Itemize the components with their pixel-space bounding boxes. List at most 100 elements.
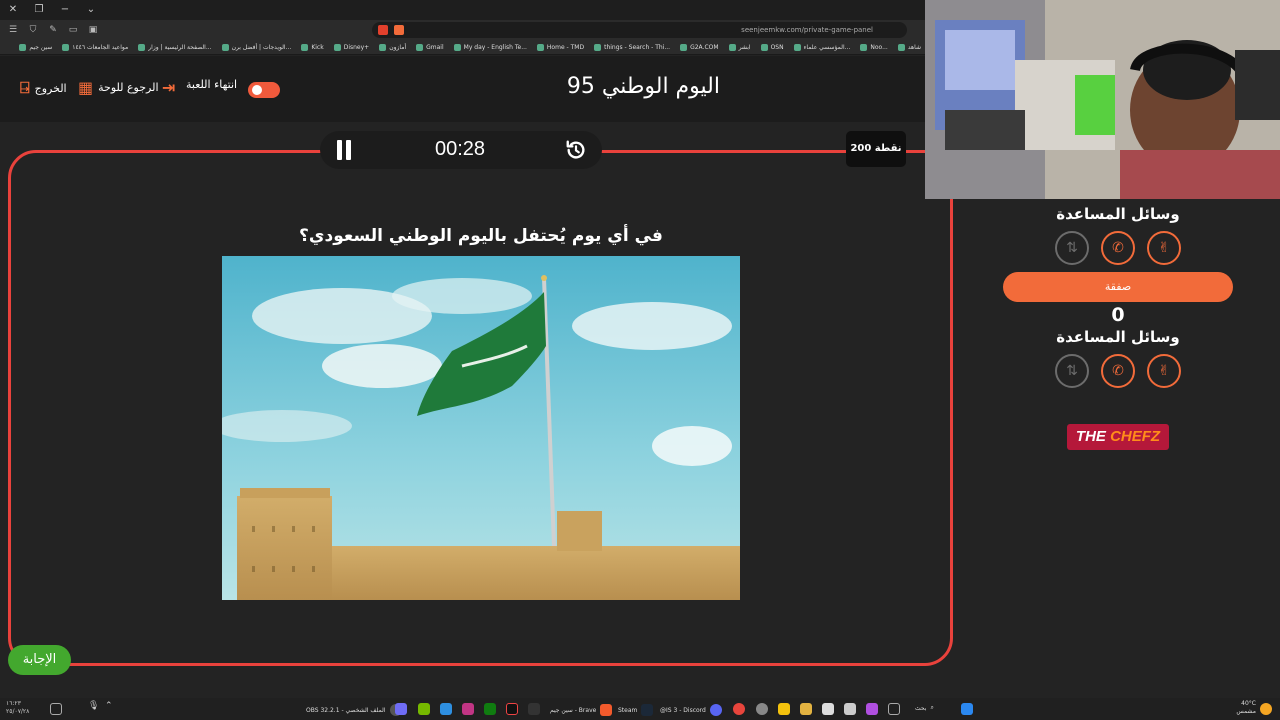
app-icon[interactable]: [756, 703, 768, 715]
weather-widget[interactable]: 40°C مشمس: [1234, 700, 1256, 716]
app-icon[interactable]: [528, 703, 540, 715]
brave-shields-icon[interactable]: [394, 25, 404, 35]
exit-door-icon: ⍈: [20, 78, 30, 97]
sticky-notes-icon[interactable]: [778, 703, 790, 715]
pause-icon[interactable]: [336, 140, 352, 160]
points-badge: 200 نقطة: [846, 131, 906, 167]
bookmark-item[interactable]: Gmail: [416, 43, 444, 51]
bookmark-item[interactable]: أمازون: [379, 43, 406, 51]
call-friend-aid-icon[interactable]: ✆: [1101, 354, 1135, 388]
bookmark-item[interactable]: الويدجات | أفضل برن...: [221, 43, 291, 51]
xbox-icon[interactable]: [484, 703, 496, 715]
aids-title-team-2: وسائل المساعدة: [1056, 328, 1180, 346]
bookmark-item[interactable]: الصفحة الرئيسية | وزار...: [138, 43, 212, 51]
steam-icon: [641, 704, 654, 716]
bookmark-item[interactable]: My day - English Te...: [453, 43, 527, 51]
sponsor-logo: THE CHEFZ: [1067, 424, 1169, 450]
swap-question-aid-icon[interactable]: ⇅: [1055, 354, 1089, 388]
sponsor-logo-chefz: CHEFZ: [1110, 428, 1161, 445]
file-explorer-icon[interactable]: [800, 703, 812, 715]
taskbar-app-steam-label: Steam: [618, 706, 638, 714]
reset-timer-icon[interactable]: [565, 139, 587, 161]
aids-row-team-2: ⇅ ✆ ✌: [1055, 354, 1181, 388]
task-view-icon[interactable]: [888, 703, 900, 715]
minimize-window-icon[interactable]: −: [58, 3, 72, 17]
aids-title-team-1: وسائل المساعدة: [1056, 205, 1180, 223]
aids-row-team-1: ⇅ ✆ ✌: [1055, 231, 1181, 265]
end-game-toggle[interactable]: [248, 82, 280, 98]
bookmark-item[interactable]: مواعيد الجامعات ١٤٤٦: [62, 43, 128, 51]
close-window-icon[interactable]: ✕: [6, 3, 20, 17]
saudi-flag-fortress-image: [222, 256, 740, 600]
taskbar-app-brave[interactable]: سين جيم - Brave: [550, 704, 613, 716]
sponsor-logo-the: THE: [1075, 428, 1106, 445]
windows-start-icon[interactable]: [961, 703, 973, 715]
search-icon: ⌕: [930, 704, 934, 711]
taskbar-app-obs-label: OBS 32.2.1 - الملف الشخصي: [306, 706, 386, 714]
exit-label: الخروج: [34, 81, 67, 95]
bookmark-item[interactable]: Kick: [301, 43, 324, 51]
back-arrow-icon[interactable]: ⇥: [162, 78, 175, 97]
taskbar-search[interactable]: بحث ⌕: [915, 704, 934, 712]
taskbar-search-label: بحث: [915, 704, 927, 712]
url-input[interactable]: seenjeemkw.com/private-game-panel: [372, 22, 907, 38]
menu-icon[interactable]: ☰: [6, 23, 20, 37]
brave-icon: [600, 704, 613, 716]
instagram-icon[interactable]: [462, 703, 474, 715]
bookmark-item[interactable]: شاهد: [897, 43, 921, 51]
weather-condition: مشمس: [1236, 708, 1256, 715]
bookmark-item[interactable]: Disney+: [333, 43, 369, 51]
game-header: اليوم الوطني 95 انتهاء اللعبة ⇥ ▦ الرجوع…: [0, 56, 925, 122]
browser-tab-bar: ✕ ❐ − ⌄: [0, 0, 925, 20]
question-image: [222, 256, 740, 600]
url-text: seenjeemkw.com/private-game-panel: [741, 26, 873, 34]
end-game-button[interactable]: انتهاء اللعبة: [186, 78, 237, 91]
bookmark-item[interactable]: Noo...: [860, 43, 888, 51]
back-to-board-label: الرجوع للوحة: [98, 81, 159, 94]
browser-address-bar: ☰ ⛉ ✎ ▭ ▣ seenjeemkw.com/private-game-pa…: [0, 20, 931, 40]
bookmark-item[interactable]: ابشر: [728, 43, 751, 51]
exit-button[interactable]: ⍈ الخروج: [20, 78, 67, 98]
restore-window-icon[interactable]: ❐: [32, 3, 46, 17]
nvidia-icon[interactable]: [418, 703, 430, 715]
clock-date: ٢٥/٠٧/٢٨: [6, 708, 30, 715]
app-icon[interactable]: [822, 703, 834, 715]
bookmark-item[interactable]: things - Search - Thi...: [594, 43, 670, 51]
taskbar-app-discord[interactable]: @IS 3 - Discord: [660, 704, 722, 716]
timer-bar: 00:28: [320, 131, 602, 169]
app-icon[interactable]: [395, 703, 407, 715]
tab-list-chevron-icon[interactable]: ⌄: [84, 3, 98, 17]
taskbar-app-obs[interactable]: OBS 32.2.1 - الملف الشخصي: [306, 704, 402, 716]
reader-icon[interactable]: ▣: [86, 23, 100, 37]
bookmark-item[interactable]: OSN: [760, 43, 784, 51]
bookmark-item[interactable]: سين جيم: [19, 43, 52, 51]
brave-rewards-icon[interactable]: [378, 25, 388, 35]
weather-temp: 40°C: [1241, 700, 1256, 707]
clock[interactable]: ١٦:٢٣ ٢٥/٠٧/٢٨: [6, 700, 29, 716]
discord-icon: [709, 704, 722, 716]
bookmarks-bar: سين جيم مواعيد الجامعات ١٤٤٦ الصفحة الرئ…: [0, 40, 925, 55]
deal-button[interactable]: صفقة: [1003, 272, 1233, 302]
tray-chevron-icon[interactable]: ⌃: [105, 701, 113, 711]
chrome-icon[interactable]: [733, 703, 745, 715]
sidebar-icon[interactable]: ▭: [66, 23, 80, 37]
notifications-icon[interactable]: [50, 703, 62, 715]
extension-icon[interactable]: ✎: [46, 23, 60, 37]
shield-icon[interactable]: ⛉: [26, 23, 40, 37]
app-icon[interactable]: [844, 703, 856, 715]
microphone-icon[interactable]: 🎙: [88, 701, 99, 711]
call-friend-aid-icon[interactable]: ✆: [1101, 231, 1135, 265]
bookmark-item[interactable]: Home - TMD: [536, 43, 584, 51]
taskbar-app-steam[interactable]: Steam: [618, 704, 654, 716]
tiktok-icon[interactable]: [506, 703, 518, 715]
double-answer-aid-icon[interactable]: ✌: [1147, 231, 1181, 265]
back-to-board-button[interactable]: ▦ الرجوع للوحة: [78, 78, 159, 97]
bookmark-item[interactable]: G2A.COM: [680, 43, 719, 51]
swap-question-aid-icon[interactable]: ⇅: [1055, 231, 1089, 265]
answer-button[interactable]: الإجابة: [8, 645, 71, 675]
clock-time: ١٦:٢٣: [6, 700, 21, 707]
copilot-icon[interactable]: [866, 703, 878, 715]
app-icon[interactable]: [440, 703, 452, 715]
bookmark-item[interactable]: المؤسسي علماء...: [793, 43, 850, 51]
double-answer-aid-icon[interactable]: ✌: [1147, 354, 1181, 388]
